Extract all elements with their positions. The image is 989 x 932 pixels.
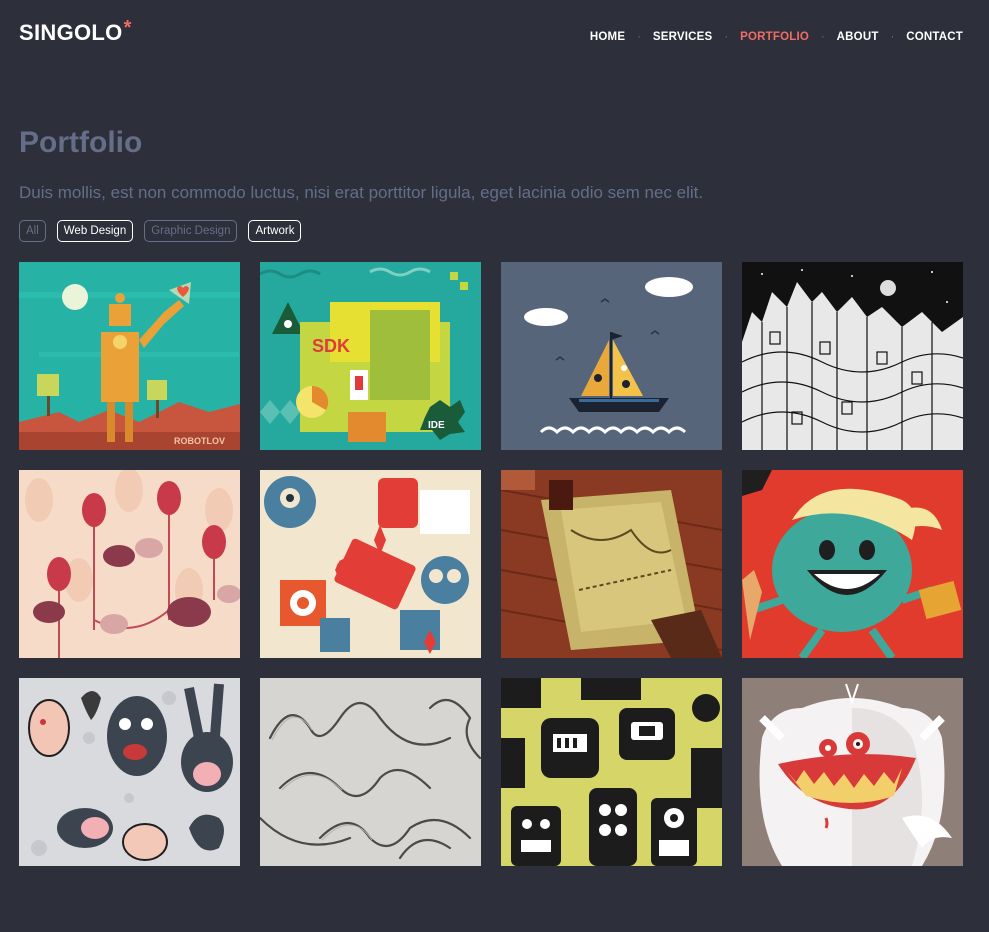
nav-about[interactable]: ABOUT [837,31,879,43]
torn-paper-artwork [501,470,722,658]
portfolio-item-robot-faces[interactable] [501,678,722,866]
nav-home[interactable]: HOME [590,31,625,43]
tile-ide-label: IDE [428,420,445,431]
white-monster-illustration [742,678,963,866]
portfolio-item-monsters-doodle[interactable] [19,678,240,866]
portfolio-item-birds-eggs[interactable] [19,470,240,658]
robots-pattern [260,470,481,658]
nav-separator: · [637,31,641,43]
nav-services[interactable]: SERVICES [653,31,713,43]
sailboat-illustration [501,262,722,450]
portfolio-grid: ROBOTLOV SDK IDE [19,262,963,866]
portfolio-item-doodle-city[interactable] [742,262,963,450]
logo[interactable]: SINGOLO* [19,17,132,46]
birds-eggs-pattern [19,470,240,658]
portfolio-item-typography[interactable] [260,678,481,866]
logo-text: SINGOLO [19,20,123,45]
nav-separator: · [821,31,825,43]
portfolio-item-robot[interactable]: ROBOTLOV [19,262,240,450]
page-subtitle: Duis mollis, est non commodo luctus, nis… [19,183,704,202]
portfolio-item-sailboat[interactable] [501,262,722,450]
main-nav: HOME · SERVICES · PORTFOLIO · ABOUT · CO… [590,31,963,43]
portfolio-item-white-monster[interactable] [742,678,963,866]
video-killed-radio-star-typography [260,678,481,866]
sdk-city-illustration: SDK IDE [260,262,481,450]
filter-web-design[interactable]: Web Design [56,220,134,242]
site-header: SINGOLO* HOME · SERVICES · PORTFOLIO · A… [0,0,989,70]
portfolio-item-sdk[interactable]: SDK IDE [260,262,481,450]
nav-separator: · [724,31,729,43]
tile-robot-caption: ROBOTLOV [174,436,225,446]
smiling-character-illustration [742,470,963,658]
filter-graphic-design[interactable]: Graphic Design [144,220,238,242]
nav-contact[interactable]: CONTACT [906,31,963,43]
page-title: Portfolio [19,126,143,159]
nav-portfolio[interactable]: PORTFOLIO [740,31,809,43]
filter-artwork[interactable]: Artwork [248,220,302,242]
portfolio-filters: All Web Design Graphic Design Artwork [19,220,312,242]
doodle-city-illustration [742,262,963,450]
filter-all[interactable]: All [19,220,46,242]
logo-star: * [123,17,132,39]
nav-separator: · [890,31,895,43]
portfolio-item-robots-pattern[interactable] [260,470,481,658]
monsters-doodle [19,678,240,866]
tile-sdk-label: SDK [312,336,350,356]
portfolio-item-torn-paper[interactable] [501,470,722,658]
portfolio-item-smiling-character[interactable] [742,470,963,658]
robot-illustration: ROBOTLOV [19,262,240,450]
robot-faces-pattern [501,678,722,866]
